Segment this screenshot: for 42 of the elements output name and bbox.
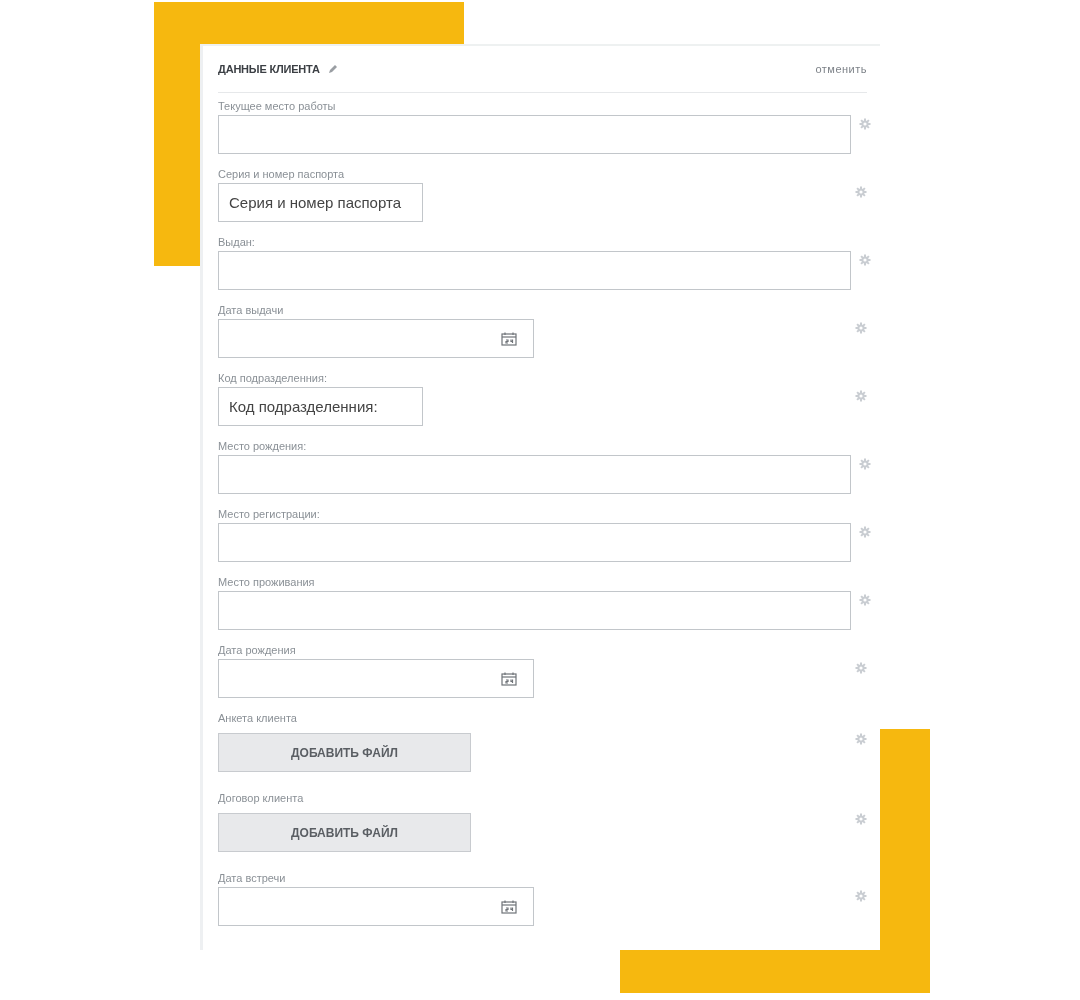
settings-icon[interactable] xyxy=(855,733,867,745)
text-field[interactable] xyxy=(218,115,851,154)
field-label: Анкета клиента xyxy=(218,711,298,726)
date-field[interactable] xyxy=(218,659,534,698)
text-field[interactable] xyxy=(218,523,851,562)
field-label: Текущее место работы xyxy=(218,99,337,114)
text-field[interactable] xyxy=(218,251,851,290)
field-label: Место проживания xyxy=(218,575,316,590)
date-field[interactable] xyxy=(218,319,534,358)
text-field[interactable] xyxy=(218,455,851,494)
add-file-button[interactable]: ДОБАВИТЬ ФАЙЛ xyxy=(218,733,471,772)
settings-icon[interactable] xyxy=(855,661,867,674)
field-label: Место регистрации: xyxy=(218,507,321,522)
settings-icon[interactable] xyxy=(859,525,871,538)
field-label: Дата выдачи xyxy=(218,303,285,318)
settings-icon[interactable] xyxy=(859,457,871,470)
text-field[interactable]: Код подразделенния: xyxy=(218,387,423,426)
field-label: Код подразделенния: xyxy=(218,371,328,386)
settings-icon[interactable] xyxy=(855,321,867,334)
field-label: Серия и номер паспорта xyxy=(218,167,346,182)
pencil-icon[interactable] xyxy=(327,64,338,74)
settings-icon[interactable] xyxy=(855,813,867,825)
field-label: Договор клиента xyxy=(218,791,305,806)
settings-icon[interactable] xyxy=(859,253,871,266)
calendar-icon[interactable] xyxy=(501,899,517,914)
field-label: Дата рождения xyxy=(218,643,297,658)
settings-icon[interactable] xyxy=(859,117,871,130)
calendar-icon[interactable] xyxy=(501,671,517,686)
settings-icon[interactable] xyxy=(855,889,867,902)
field-label: Выдан: xyxy=(218,235,256,250)
text-field[interactable]: Серия и номер паспорта xyxy=(218,183,423,222)
cancel-link[interactable]: отменить xyxy=(815,63,867,75)
calendar-icon[interactable] xyxy=(501,331,517,346)
settings-icon[interactable] xyxy=(855,389,867,402)
text-field[interactable] xyxy=(218,591,851,630)
date-field[interactable] xyxy=(218,887,534,926)
settings-icon[interactable] xyxy=(859,593,871,606)
field-label: Дата встречи xyxy=(218,871,287,886)
field-label: Место рождения: xyxy=(218,439,308,454)
section-title: ДАННЫЕ КЛИЕНТА xyxy=(218,63,320,75)
add-file-button[interactable]: ДОБАВИТЬ ФАЙЛ xyxy=(218,813,471,852)
settings-icon[interactable] xyxy=(855,185,867,198)
